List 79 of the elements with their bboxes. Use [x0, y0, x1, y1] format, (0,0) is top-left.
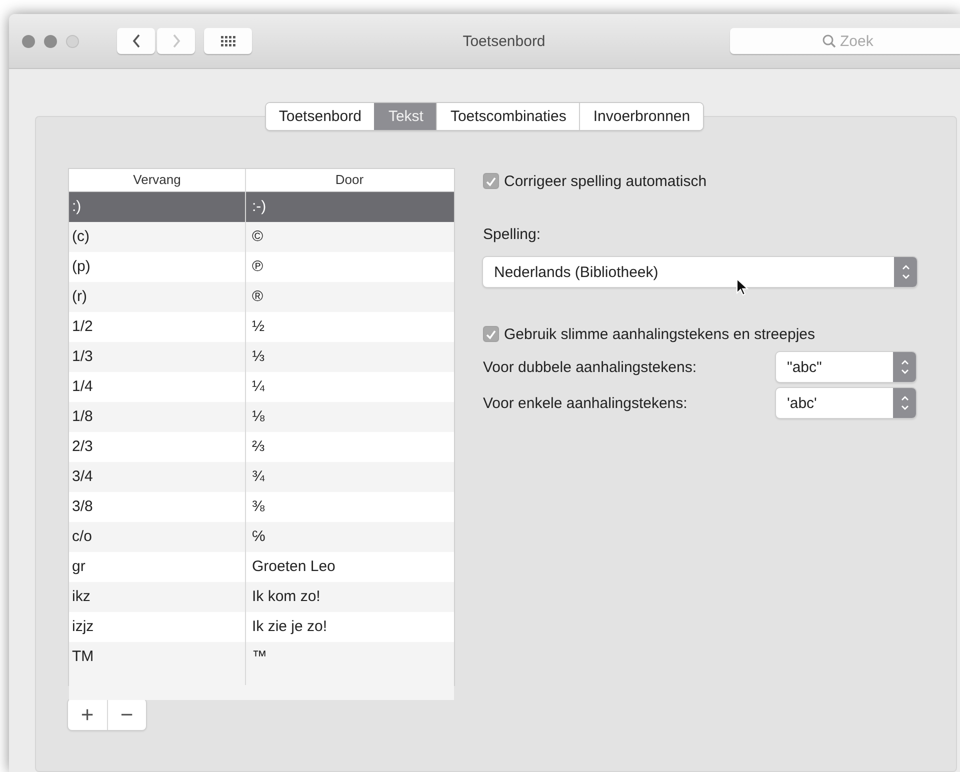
tab[interactable]: Invoerbronnen [579, 103, 704, 130]
table-cell-text: gr [71, 557, 86, 577]
field-label: Voor enkele aanhalingstekens: [483, 394, 688, 412]
table-row[interactable]: 3/4 ¾ [69, 462, 454, 492]
table-row[interactable]: izjz Ik zie je zo! [69, 612, 454, 642]
table-cell-text: (c) [71, 227, 90, 247]
table-cell-text: 1/2 [71, 317, 94, 337]
quote-dropdown[interactable]: 'abc' [776, 388, 916, 418]
table-row[interactable]: TM ™ [69, 642, 454, 672]
checkmark-icon [485, 176, 497, 186]
table-cell-text: ⅓ [251, 347, 266, 367]
table-cell-text: ½ [251, 317, 266, 337]
table-cell-text: 3/8 [71, 497, 94, 517]
section-label: Spelling: [483, 226, 542, 245]
table-cell-text: ⅜ [251, 497, 266, 517]
remove-button[interactable]: − [106, 699, 146, 730]
table-row[interactable]: ikz Ik kom zo! [69, 582, 454, 612]
checkbox[interactable] [483, 326, 499, 342]
table-row[interactable]: 1/3 ⅓ [69, 342, 454, 372]
table-row[interactable]: 1/4 ¼ [69, 372, 454, 402]
table-row[interactable]: 3/8 ⅜ [69, 492, 454, 522]
search-icon [822, 34, 836, 48]
table-row[interactable]: (c) © [69, 222, 454, 252]
window-title: Toetsenbord [462, 32, 546, 50]
tab[interactable]: Toetsenbord [266, 103, 374, 130]
table-cell-text: ℅ [251, 527, 266, 547]
quote-dropdown[interactable]: "abc" [776, 352, 916, 382]
table-cell-text: 1/8 [71, 407, 94, 427]
back-button[interactable] [117, 28, 155, 54]
table-row[interactable]: 2/3 ⅔ [69, 432, 454, 462]
field-label: Voor dubbele aanhalingstekens: [483, 358, 697, 376]
zoom-button[interactable] [66, 34, 79, 48]
table-cell-text: ikz [71, 587, 92, 607]
table-cell-text: © [251, 227, 264, 247]
table-cell-text: TM [71, 647, 95, 667]
checkbox[interactable] [483, 173, 499, 189]
checkbox-label: Gebruik slimme aanhalingstekens en streepjes [504, 326, 815, 342]
table-cell-text: izjz [71, 617, 95, 637]
chevron-icon [130, 33, 142, 49]
search-field[interactable]: Zoek [730, 28, 960, 54]
add-button[interactable]: + [68, 699, 106, 730]
table-cell-text: ℗ [251, 257, 264, 277]
cursor-icon [736, 278, 749, 296]
minimize-button[interactable] [44, 34, 57, 48]
table-cell-text: Groeten Leo [251, 557, 336, 577]
table-cell-text: (p) [71, 257, 92, 277]
table-cell-text: ® [251, 287, 264, 307]
table-cell-text: ¼ [251, 377, 266, 397]
table-row[interactable]: :) :-) [69, 192, 454, 222]
column-header: Vervang [132, 171, 182, 189]
table-row[interactable]: (p) ℗ [69, 252, 454, 282]
table-cell-text: 1/3 [71, 347, 94, 367]
checkbox-label: Corrigeer spelling automatisch [504, 172, 707, 190]
table-row[interactable]: c/o ℅ [69, 522, 454, 552]
table-row[interactable]: 1/2 ½ [69, 312, 454, 342]
table-cell-text: ™ [251, 647, 268, 667]
table-cell-text: Ik kom zo! [251, 587, 322, 607]
column-header: Door [334, 171, 365, 189]
table-cell-text: :) [71, 197, 82, 217]
table-row[interactable]: gr Groeten Leo [69, 552, 454, 582]
table-cell-text: :-) [251, 197, 268, 217]
language-dropdown[interactable]: Nederlands (Bibliotheek) [483, 257, 917, 287]
table-cell-text: (r) [71, 287, 88, 307]
table-cell-text: Ik zie je zo! [251, 617, 328, 637]
table-cell-text: ⅔ [251, 437, 266, 457]
table-cell-text: 3/4 [71, 467, 94, 487]
checkmark-icon [485, 328, 497, 340]
show-all-button[interactable] [204, 28, 252, 54]
table-cell-text: ⅛ [251, 407, 266, 427]
table-row[interactable]: 1/8 ⅛ [69, 402, 454, 432]
chevron-icon [170, 33, 182, 49]
close-button[interactable] [22, 34, 35, 48]
table-cell-text: 1/4 [71, 377, 94, 397]
table-cell-text: c/o [71, 527, 94, 547]
table-cell-text: 2/3 [71, 437, 94, 457]
table-row[interactable]: (r) ® [69, 282, 454, 312]
tab[interactable]: Toetscombinaties [436, 103, 580, 130]
grid-icon [220, 36, 236, 46]
table-cell-text: ¾ [251, 467, 266, 487]
